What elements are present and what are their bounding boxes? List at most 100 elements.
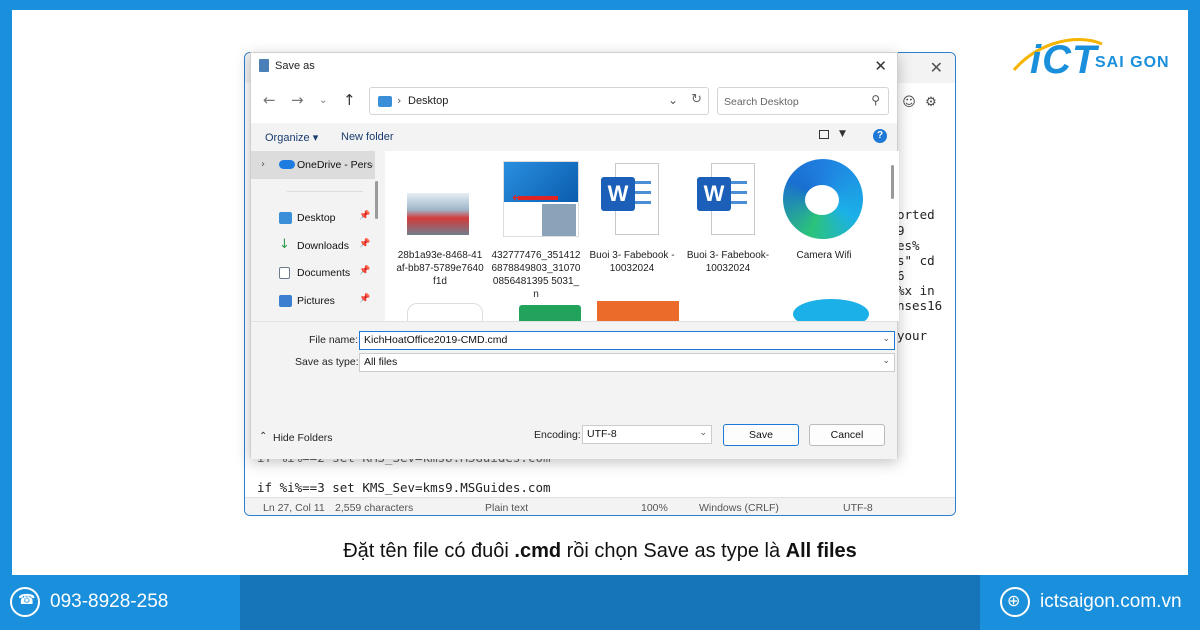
- save-as-type-label: Save as type:: [295, 356, 359, 368]
- pin-icon: 📌: [359, 239, 371, 249]
- chevron-down-icon[interactable]: ⌄: [668, 93, 678, 107]
- file-list: 28b1a93e-8468-41af-bb87-5789e7640f1d ← 4…: [385, 151, 899, 321]
- file-item[interactable]: 28b1a93e-8468-41af-bb87-5789e7640f1d: [395, 159, 485, 289]
- footer-phone[interactable]: 093-8928-258: [50, 591, 168, 613]
- sidebar-item-label: OneDrive - Personal: [297, 159, 373, 171]
- status-zoom[interactable]: 100%: [641, 502, 668, 514]
- pictures-icon: [279, 295, 292, 307]
- view-icon[interactable]: [819, 130, 829, 139]
- caption-bold: All files: [785, 540, 857, 562]
- chevron-down-icon[interactable]: ⌄: [699, 428, 707, 438]
- file-item[interactable]: Camera Wifi: [779, 159, 869, 289]
- save-as-dialog: Save as ✕ ← → ⌄ ↑ › Desktop ⌄ ↻ Search D…: [250, 52, 899, 459]
- save-as-type-value: All files: [364, 356, 398, 368]
- encoding-value: UTF-8: [587, 428, 617, 440]
- account-icon[interactable]: ☺: [901, 95, 917, 111]
- code-line: %x in: [897, 283, 935, 298]
- notepad-toolbar-icons: ☺ ⚙: [895, 93, 945, 113]
- pin-icon: 📌: [359, 294, 371, 304]
- notepad-icon: [259, 59, 269, 72]
- encoding-label: Encoding:: [534, 429, 581, 441]
- chevron-down-icon[interactable]: ▼: [839, 129, 846, 139]
- organize-button[interactable]: Organize ▾: [265, 131, 318, 144]
- encoding-select[interactable]: UTF-8 ⌄: [582, 425, 712, 444]
- pin-icon: 📌: [359, 266, 371, 276]
- code-line: nses16: [897, 298, 943, 313]
- download-icon: ↓: [279, 237, 290, 252]
- file-list-scrollbar[interactable]: [891, 165, 894, 199]
- code-line: es%: [897, 238, 920, 253]
- status-chars: 2,559 characters: [335, 502, 414, 514]
- sidebar-item-label: Pictures: [297, 295, 335, 307]
- code-line: s" cd: [897, 253, 935, 268]
- dialog-bottom-panel: File name: KichHoatOffice2019-CMD.cmd ⌄ …: [251, 321, 897, 459]
- help-icon[interactable]: ?: [873, 129, 887, 143]
- caption: Đặt tên file có đuôi .cmd rồi chọn Save …: [0, 540, 1200, 563]
- chevron-right-icon[interactable]: ›: [261, 159, 265, 170]
- chevron-down-icon[interactable]: ⌄: [882, 356, 890, 366]
- new-folder-button[interactable]: New folder: [341, 131, 394, 143]
- file-name: 432777476_3514126878849803_3107008564813…: [491, 250, 581, 300]
- status-position: Ln 27, Col 11: [263, 502, 325, 514]
- sidebar-item-label: Desktop: [297, 212, 336, 224]
- cancel-button[interactable]: Cancel: [809, 424, 885, 446]
- poster-thumbnail: ←: [503, 161, 579, 237]
- divider: [287, 191, 363, 192]
- file-name-field[interactable]: KichHoatOffice2019-CMD.cmd ⌄: [359, 331, 895, 350]
- caption-bold: .cmd: [514, 540, 562, 562]
- chevron-up-icon: ⌃: [259, 431, 268, 442]
- caption-text: rồi chọn Save as type là: [561, 540, 786, 562]
- photo-thumbnail: [407, 193, 469, 235]
- globe-icon: ⊕: [1000, 587, 1030, 617]
- code-line: your: [897, 328, 928, 343]
- status-encoding: UTF-8: [843, 502, 873, 514]
- forward-arrow-icon[interactable]: →: [291, 91, 304, 109]
- search-input[interactable]: Search Desktop ⚲: [717, 87, 889, 115]
- brand-logo: iCT SAI GON: [1010, 30, 1190, 90]
- sidebar-item-downloads[interactable]: ↓ Downloads 📌: [279, 237, 371, 257]
- hide-folders-button[interactable]: ⌃ Hide Folders: [259, 431, 349, 447]
- up-arrow-icon[interactable]: ↑: [343, 91, 356, 109]
- refresh-icon[interactable]: ↻: [691, 92, 702, 107]
- footer-website[interactable]: ictsaigon.com.vn: [1040, 591, 1182, 613]
- code-line: orted: [897, 207, 935, 222]
- file-item[interactable]: ← 432777476_3514126878849803_31070085648…: [491, 159, 581, 309]
- file-thumbnail-partial: [597, 301, 679, 321]
- file-name-label: File name:: [309, 334, 359, 346]
- code-line: if %i%==3 set KMS_Sev=kms9.MSGuides.com: [257, 480, 551, 495]
- brand-ict: iCT: [1030, 38, 1098, 82]
- navigation-pane: › OneDrive - Personal Desktop 📌 ↓ Downlo…: [251, 151, 381, 321]
- save-button[interactable]: Save: [723, 424, 799, 446]
- sidebar-item-documents[interactable]: Documents 📌: [279, 264, 371, 284]
- file-name: Buoi 3- Fabebook - 10032024: [589, 250, 675, 274]
- dialog-toolbar: Organize ▾ New folder ▼ ?: [251, 123, 897, 151]
- dialog-title: Save as: [275, 60, 315, 72]
- file-name: 28b1a93e-8468-41af-bb87-5789e7640f1d: [396, 250, 484, 287]
- gear-icon[interactable]: ⚙: [923, 95, 939, 111]
- navigation-scrollbar[interactable]: [375, 181, 378, 219]
- footer-left: ☎ 093-8928-258: [0, 575, 240, 630]
- sidebar-item-label: Downloads: [297, 240, 349, 252]
- address-bar[interactable]: › Desktop ⌄ ↻: [369, 87, 709, 115]
- file-name-value: KichHoatOffice2019-CMD.cmd: [364, 334, 508, 346]
- word-document-icon: W: [601, 163, 659, 237]
- file-item[interactable]: W Buoi 3- Fabebook- 10032024: [683, 159, 773, 289]
- cloud-icon: [279, 160, 295, 169]
- sidebar-item-pictures[interactable]: Pictures 📌: [279, 292, 371, 312]
- close-icon[interactable]: ✕: [930, 58, 943, 77]
- save-as-type-select[interactable]: All files ⌄: [359, 353, 895, 372]
- back-arrow-icon[interactable]: ←: [263, 91, 276, 109]
- sidebar-item-onedrive[interactable]: › OneDrive - Personal: [251, 151, 375, 179]
- footer-right: ⊕ ictsaigon.com.vn: [980, 575, 1200, 630]
- file-name: Camera Wifi: [796, 250, 852, 261]
- recent-chevron-icon[interactable]: ⌄: [319, 95, 327, 106]
- breadcrumb: Desktop: [408, 95, 449, 107]
- close-icon[interactable]: ✕: [874, 57, 887, 75]
- word-document-icon: W: [697, 163, 755, 237]
- file-item[interactable]: W Buoi 3- Fabebook - 10032024: [587, 159, 677, 289]
- search-icon[interactable]: ⚲: [871, 93, 880, 107]
- sidebar-item-desktop[interactable]: Desktop 📌: [279, 209, 371, 229]
- chevron-down-icon[interactable]: ⌄: [882, 334, 890, 344]
- dialog-navigation: ← → ⌄ ↑ › Desktop ⌄ ↻ Search Desktop ⚲: [251, 79, 897, 123]
- hide-folders-label: Hide Folders: [273, 432, 333, 444]
